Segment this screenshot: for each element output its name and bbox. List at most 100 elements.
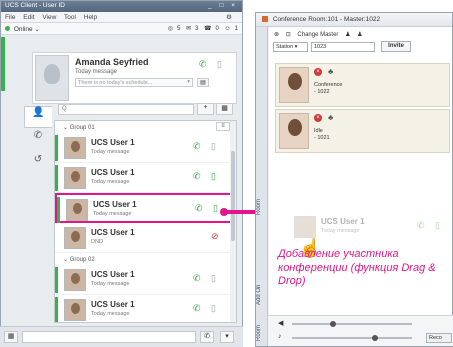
hangup-icon[interactable]: × <box>314 68 322 76</box>
presence-caret-icon[interactable]: ⌄ <box>34 26 39 33</box>
group-label: Group 01 <box>69 125 95 131</box>
window-controls[interactable]: _ □ × <box>208 2 238 9</box>
menu-help[interactable]: Help <box>84 14 97 21</box>
voicemail-count: 5 <box>176 26 181 32</box>
phone-busy-icon[interactable]: ✆ <box>195 203 203 214</box>
add-participant-icon[interactable]: ♟ <box>345 32 350 38</box>
list-scrollbar[interactable] <box>230 121 236 322</box>
presence-status[interactable]: Online <box>14 26 33 33</box>
menu-file[interactable]: File <box>5 14 15 21</box>
group-caret-icon: ⌄ <box>63 125 70 131</box>
users-icon[interactable]: ☺ <box>225 26 231 32</box>
mobile-status-icon[interactable]: ▯ <box>211 141 216 152</box>
user-message: Today message <box>91 149 130 155</box>
online-indicator <box>55 165 58 191</box>
schedule-dropdown-icon[interactable]: ▾ <box>187 79 190 85</box>
participant-card[interactable]: × ♣ Conference - 1022 <box>275 63 450 107</box>
group-header[interactable]: ⌄ Group 01 ≡ <box>55 121 236 133</box>
tab-room[interactable]: Room <box>256 187 268 227</box>
mobile-status-icon[interactable]: ▯ <box>211 303 216 314</box>
client-side-tabs: 👤 ✆ ↺ <box>24 106 54 316</box>
participant-photo <box>279 67 309 103</box>
hangup-icon[interactable]: × <box>314 114 322 122</box>
list-item[interactable]: UCS User 1 Today message ✆ ▯ <box>55 265 236 295</box>
call-button[interactable]: ✆ <box>200 331 214 343</box>
my-today-message[interactable]: Today message <box>75 69 117 75</box>
mobile-status-icon[interactable]: ▯ <box>211 171 216 182</box>
participants-icon[interactable]: ♟ <box>357 32 362 38</box>
participant-state: Idle <box>314 128 323 134</box>
menu-edit[interactable]: Edit <box>23 14 34 21</box>
dial-input[interactable] <box>22 331 196 343</box>
mobile-status-icon[interactable]: ▯ <box>213 203 218 214</box>
online-indicator-bar <box>1 37 5 91</box>
tab-call-history[interactable]: ↺ <box>24 154 52 176</box>
schedule-field[interactable]: There is no today's schedule... ▾ <box>75 78 193 87</box>
list-item[interactable]: UCS User 1 Today message ✆ ▯ <box>55 163 236 193</box>
number-input[interactable]: 1023 <box>311 42 375 52</box>
menu-tool[interactable]: Tool <box>64 14 76 21</box>
invite-button[interactable]: Invite <box>381 41 411 52</box>
volume-knob[interactable] <box>330 321 336 327</box>
list-item-selected[interactable]: UCS User 1 Today message ✆ ▯ <box>55 193 236 223</box>
settings-gear-icon[interactable]: ⚙ <box>226 13 232 21</box>
contact-search-input[interactable]: Q <box>58 104 194 115</box>
user-name: UCS User 1 <box>91 168 135 177</box>
phone-status-icon[interactable]: ✆ <box>193 141 201 152</box>
volume-slider[interactable] <box>292 323 412 325</box>
phone-busy-icon[interactable]: ✆ <box>193 171 201 182</box>
phone-status-icon[interactable]: ✆ <box>193 273 201 284</box>
dragged-user-message: Today message <box>321 228 360 234</box>
station-select[interactable]: Station ▾ <box>273 42 308 52</box>
avatar <box>66 199 88 221</box>
dnd-icon: ⊘ <box>211 231 219 241</box>
conference-toolbar: ⊗ ⊡ Change Master ♟ ♟ <box>269 27 452 41</box>
user-name: UCS User 1 <box>91 270 135 279</box>
close-room-icon[interactable]: ⊗ <box>274 32 279 38</box>
menu-view[interactable]: View <box>42 14 56 21</box>
dragged-user-name: UCS User 1 <box>321 217 365 226</box>
users-count: 1 <box>234 26 238 32</box>
mute-icon[interactable]: ♣ <box>328 67 333 76</box>
list-item[interactable]: UCS User 1 Today message ✆ ▯ <box>55 295 236 322</box>
presence-bar: Online ⌄ ◎ 5 ✉ 3 ☎ 0 ☺ 1 <box>1 23 242 35</box>
mute-icon[interactable]: ♣ <box>328 113 333 122</box>
tab-room-bottom[interactable]: Room <box>256 319 268 346</box>
message-icon[interactable]: ✉ <box>186 26 191 32</box>
user-name: UCS User 1 <box>91 300 135 309</box>
tab-calls[interactable]: ✆ <box>24 130 52 152</box>
schedule-edit-button[interactable]: ▤ <box>197 78 209 87</box>
mobile-status-icon[interactable]: ▯ <box>211 273 216 284</box>
station-select-value: Station <box>276 44 294 50</box>
call-log-icon[interactable]: ☎ <box>204 26 211 32</box>
tab-add-on[interactable]: Add On <box>256 277 268 313</box>
group-header[interactable]: ⌄ Group 02 <box>55 253 236 265</box>
my-avatar[interactable] <box>35 55 69 101</box>
mic-knob[interactable] <box>372 335 378 341</box>
participant-card[interactable]: × ♣ Idle - 1021 <box>275 109 450 153</box>
client-bottom-bar: ▦ ✆ ▾ <box>0 326 243 347</box>
add-contact-button[interactable]: + <box>197 103 214 115</box>
participant-status: Conference - 1022 <box>314 82 342 96</box>
call-log-count: 0 <box>215 26 219 32</box>
change-master-button[interactable]: Change Master <box>297 32 338 38</box>
mobile-phone-icon[interactable]: ▯ <box>217 59 222 70</box>
conference-window: Conference Room:101 - Master:1022 Room A… <box>255 12 453 347</box>
online-indicator <box>55 267 58 293</box>
org-chart-button[interactable]: ▦ <box>216 103 233 115</box>
search-row: Q + ▦ <box>54 100 237 118</box>
tab-contacts[interactable]: 👤 <box>24 106 52 128</box>
mic-slider[interactable] <box>292 337 412 339</box>
change-master-icon[interactable]: ⊡ <box>286 32 291 38</box>
dial-dropdown-button[interactable]: ▾ <box>220 331 234 343</box>
scrollbar-thumb[interactable] <box>231 151 235 241</box>
group-menu-button[interactable]: ≡ <box>216 122 230 131</box>
list-item[interactable]: UCS User 1 Today message ✆ ▯ <box>55 133 236 163</box>
mic-icon: ♪ <box>278 333 282 340</box>
voicemail-icon[interactable]: ◎ <box>168 26 173 32</box>
dialpad-button[interactable]: ▦ <box>4 331 18 343</box>
list-item[interactable]: UCS User 1 DND ⊘ <box>55 223 236 253</box>
desk-phone-icon[interactable]: ✆ <box>199 59 207 70</box>
phone-status-icon[interactable]: ✆ <box>193 303 201 314</box>
record-button[interactable]: Reco <box>426 333 452 343</box>
